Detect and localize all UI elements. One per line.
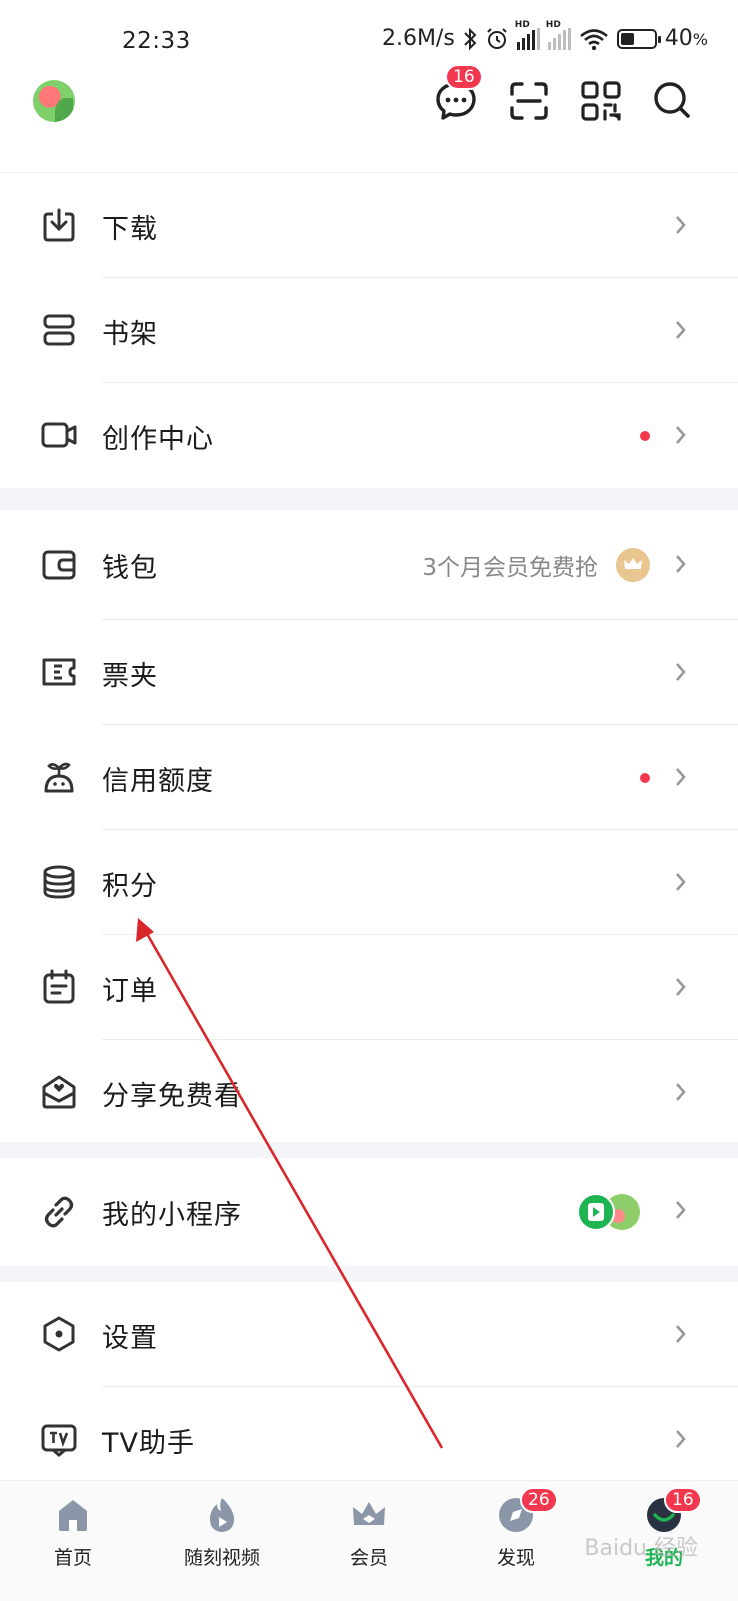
avatar[interactable] xyxy=(33,80,75,122)
chevron-right-icon xyxy=(676,768,686,786)
menu-item-download[interactable]: 下载 xyxy=(0,173,738,278)
chevron-right-icon xyxy=(676,978,686,996)
hd-label: HD xyxy=(514,19,530,30)
download-icon xyxy=(43,208,75,242)
bookshelf-icon xyxy=(43,314,75,346)
chevron-right-icon xyxy=(676,321,686,339)
qr-code-icon xyxy=(581,81,621,121)
search-button[interactable] xyxy=(650,78,696,124)
chevron-right-icon xyxy=(676,663,686,681)
wifi-icon xyxy=(579,28,608,50)
home-icon xyxy=(59,1500,87,1531)
status-indicators: 2.6M/s HD HD 40% xyxy=(381,20,708,52)
gift-envelope-icon xyxy=(42,1075,76,1109)
menu-label: 我的小程序 xyxy=(102,1200,242,1231)
chevron-right-icon xyxy=(676,216,686,234)
cell-signal-1-icon: HD xyxy=(515,20,540,50)
menu-item-tickets[interactable]: 票夹 xyxy=(0,620,738,725)
menu-section-2: 钱包 3个月会员免费抢 票夹 信用额度 积分 订单 分享免费看 xyxy=(0,510,738,1145)
nav-label: 首页 xyxy=(53,1547,92,1569)
menu-label: 订单 xyxy=(102,976,158,1007)
menu-item-points[interactable]: 积分 xyxy=(0,830,738,935)
flame-video-icon xyxy=(209,1498,235,1532)
order-calendar-icon xyxy=(43,969,75,1004)
menu-label: 票夹 xyxy=(102,661,158,692)
menu-item-creator-center[interactable]: 创作中心 xyxy=(0,383,738,488)
chevron-right-icon xyxy=(676,1083,686,1101)
status-time: 22:33 xyxy=(122,28,191,54)
crown-icon xyxy=(616,548,650,582)
menu-item-tv-assistant[interactable]: TV助手 xyxy=(0,1387,738,1492)
menu-item-orders[interactable]: 订单 xyxy=(0,935,738,1040)
settings-hexagon-icon xyxy=(43,1316,75,1352)
battery-text: 40% xyxy=(664,26,708,51)
messages-badge: 16 xyxy=(445,64,483,90)
menu-section-4: 设置 TV助手 xyxy=(0,1282,738,1492)
menu-item-mini-programs[interactable]: 我的小程序 xyxy=(0,1158,738,1266)
section-gap xyxy=(0,488,738,510)
nav-item-home[interactable]: 首页 xyxy=(13,1495,133,1570)
menu-label: 设置 xyxy=(102,1323,158,1354)
watermark: Baidu 经验 xyxy=(584,1536,698,1561)
new-dot-indicator xyxy=(640,773,650,783)
link-icon xyxy=(44,1196,74,1228)
menu-item-share-free[interactable]: 分享免费看 xyxy=(0,1040,738,1145)
menu-label: TV助手 xyxy=(102,1428,195,1459)
menu-item-credit-limit[interactable]: 信用额度 xyxy=(0,725,738,830)
search-icon xyxy=(654,82,690,118)
menu-label: 积分 xyxy=(102,871,158,902)
nav-label: 随刻视频 xyxy=(183,1547,260,1569)
alarm-icon xyxy=(487,27,507,49)
menu-item-bookshelf[interactable]: 书架 xyxy=(0,278,738,383)
crown-icon xyxy=(353,1502,385,1525)
nav-label: 会员 xyxy=(349,1547,388,1569)
menu-item-settings[interactable]: 设置 xyxy=(0,1282,738,1387)
menu-label: 下载 xyxy=(102,214,158,245)
new-dot-indicator xyxy=(640,431,650,441)
nav-item-short-video[interactable]: 随刻视频 xyxy=(162,1495,282,1570)
credit-sprout-icon xyxy=(44,762,74,793)
chevron-right-icon xyxy=(676,873,686,891)
section-gap xyxy=(0,1142,738,1158)
wallet-icon xyxy=(42,550,76,580)
messages-button[interactable]: 16 xyxy=(433,64,483,124)
nav-label: 发现 xyxy=(496,1547,535,1569)
chevron-right-icon xyxy=(676,1325,686,1343)
qr-code-button[interactable] xyxy=(578,78,624,124)
bluetooth-icon xyxy=(464,27,477,50)
tv-icon xyxy=(41,1424,77,1457)
menu-label: 信用额度 xyxy=(102,766,214,797)
scan-icon xyxy=(510,82,548,120)
chevron-right-icon xyxy=(676,426,686,444)
network-speed: 2.6M/s xyxy=(381,26,455,51)
nav-item-discover[interactable]: 发现 26 xyxy=(456,1487,576,1570)
menu-section-3: 我的小程序 xyxy=(0,1158,738,1266)
chevron-right-icon xyxy=(676,1430,686,1448)
scan-button[interactable] xyxy=(506,78,552,124)
menu-label: 创作中心 xyxy=(102,424,214,455)
menu-item-wallet[interactable]: 钱包 3个月会员免费抢 xyxy=(0,510,738,620)
discover-badge: 26 xyxy=(520,1487,558,1513)
chevron-right-icon xyxy=(676,555,686,573)
top-header: 16 xyxy=(0,64,738,170)
chevron-right-icon xyxy=(676,1201,686,1219)
menu-label: 钱包 xyxy=(102,553,158,584)
mini-program-app-icons xyxy=(577,1193,640,1231)
battery-icon xyxy=(616,28,661,49)
section-gap xyxy=(0,1266,738,1282)
mine-badge: 16 xyxy=(664,1487,702,1513)
video-camera-icon xyxy=(41,422,77,448)
hd-label: HD xyxy=(545,19,561,30)
cell-signal-2-icon: HD xyxy=(546,20,571,50)
coins-stack-icon xyxy=(43,865,75,899)
ticket-icon xyxy=(42,658,76,686)
menu-label: 书架 xyxy=(102,319,158,350)
wallet-promo-text: 3个月会员免费抢 xyxy=(422,555,598,581)
menu-label: 分享免费看 xyxy=(102,1081,242,1112)
menu-section-1: 下载 书架 创作中心 xyxy=(0,172,738,488)
status-bar: 22:33 2.6M/s HD HD 40% xyxy=(0,0,738,80)
nav-item-vip[interactable]: 会员 xyxy=(309,1495,429,1570)
